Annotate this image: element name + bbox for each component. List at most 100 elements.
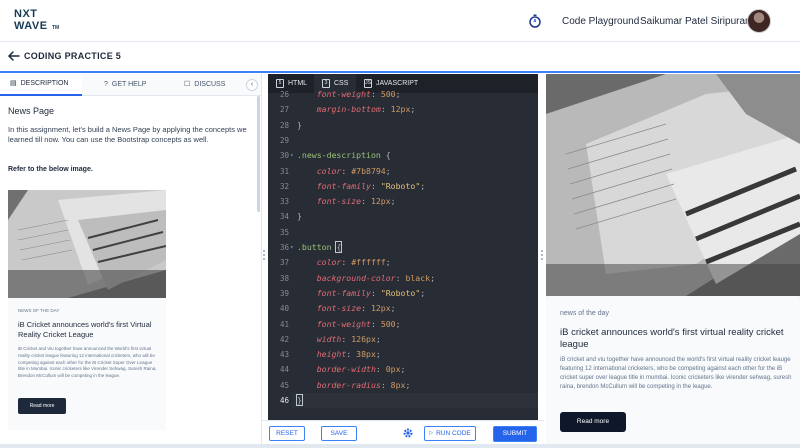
code-editor: 5 HTML 3 CSS JS JAVASCRIPT 26 font-weigh… <box>268 74 538 422</box>
code-line: 41 font-weight: 500; <box>268 317 538 332</box>
code-token: : <box>341 165 352 176</box>
user-name[interactable]: Saikumar Patel Siripuram <box>640 16 753 27</box>
code-text: } <box>297 118 302 133</box>
code-token: "Roboto" <box>380 180 421 191</box>
gear-icon[interactable] <box>402 427 414 439</box>
code-line: 30 ▾ .news-description { <box>268 148 538 163</box>
page-title: CODING PRACTICE 5 <box>24 51 122 61</box>
line-number: 31 <box>279 166 289 176</box>
code-token: color <box>316 165 342 176</box>
line-number: 37 <box>279 258 289 268</box>
code-text: } <box>297 209 302 224</box>
line-number: 28 <box>279 120 289 130</box>
reset-button[interactable]: RESET <box>269 426 305 441</box>
read-more-button[interactable]: Read more <box>560 412 626 432</box>
code-token: : <box>380 104 391 115</box>
line-number: 33 <box>279 197 289 207</box>
code-text: .button { <box>297 240 343 255</box>
submit-button[interactable]: SUBMIT <box>493 426 537 442</box>
right-splitter-handle[interactable] <box>541 248 544 268</box>
code-token: 126px <box>351 333 376 344</box>
tab-description-label: DESCRIPTION <box>20 80 69 87</box>
code-token: 12px <box>370 303 391 314</box>
code-token: 500 <box>380 318 396 329</box>
code-line: 27 margin-bottom: 12px; <box>268 102 538 117</box>
run-code-label: RUN CODE <box>436 430 471 437</box>
run-code-button[interactable]: ▷ RUN CODE <box>424 426 476 441</box>
code-token: : <box>370 89 381 99</box>
output-text: iB cricket and viu together have announc… <box>560 357 792 390</box>
output-tag: news of the day <box>560 310 610 317</box>
code-text: font-weight: 500; <box>297 317 401 332</box>
code-line: 33 font-size: 12px; <box>268 194 538 209</box>
output-headline: iB cricket announces world's first virtu… <box>560 327 784 350</box>
description-title: News Page <box>8 106 55 116</box>
code-token: : <box>341 333 352 344</box>
code-line: 36 ▾ .button { <box>268 240 538 255</box>
code-token: .button <box>297 242 332 252</box>
code-token: { <box>335 241 343 253</box>
tab-description[interactable]: ▤ DESCRIPTION <box>0 74 82 96</box>
code-token: ; <box>375 333 381 344</box>
refer-text: Refer to the below image. <box>8 166 93 173</box>
fold-arrow-icon[interactable]: ▾ <box>290 240 294 255</box>
code-text: font-family: "Roboto"; <box>297 286 425 301</box>
description-scrollbar[interactable] <box>257 96 260 212</box>
code-token: ; <box>420 180 426 191</box>
line-number: 29 <box>279 135 289 145</box>
left-splitter-handle[interactable] <box>263 248 266 268</box>
line-number: 45 <box>279 380 289 390</box>
stopwatch-icon[interactable] <box>528 14 542 28</box>
code-token: : <box>380 379 391 390</box>
code-token: ; <box>395 89 401 99</box>
code-playground-link[interactable]: Code Playground <box>562 16 639 27</box>
line-number: 30 <box>279 151 289 161</box>
line-number: 32 <box>279 181 289 191</box>
code-token: .news-description <box>297 150 381 161</box>
code-text: font-size: 12px; <box>297 301 396 316</box>
code-line: 29 <box>268 133 538 148</box>
code-token: ; <box>375 349 381 360</box>
avatar[interactable] <box>747 9 771 33</box>
code-token: ; <box>390 303 396 314</box>
chevron-left-icon: ‹ <box>250 81 254 88</box>
page-header: CODING PRACTICE 5 <box>0 43 800 71</box>
chat-icon: ☐ <box>184 81 191 88</box>
code-text: color: #7b8794; <box>297 164 391 179</box>
code-token: { <box>380 150 391 161</box>
collapse-panel-button[interactable]: ‹ <box>246 79 258 91</box>
code-token: ; <box>390 196 396 207</box>
line-number: 26 <box>279 90 289 99</box>
code-token: ; <box>385 165 391 176</box>
code-token: 38px <box>356 349 376 360</box>
code-token: : <box>370 180 381 191</box>
code-line: 35 <box>268 225 538 240</box>
tab-get-help[interactable]: ? GET HELP <box>104 74 164 96</box>
code-text: width: 126px; <box>297 332 381 347</box>
code-area[interactable]: 26 font-weight: 500; 27 margin-bottom: 12… <box>268 89 538 422</box>
save-button[interactable]: SAVE <box>321 426 357 441</box>
tab-get-help-label: GET HELP <box>111 81 147 88</box>
code-token: ; <box>410 104 416 115</box>
code-text: border-width: 0px; <box>297 362 406 377</box>
line-number: 41 <box>279 319 289 329</box>
line-number: 39 <box>279 288 289 298</box>
code-line: 28} <box>268 118 538 133</box>
code-token: font-weight <box>316 318 371 329</box>
code-token: black <box>405 272 431 283</box>
code-token: 500 <box>380 89 396 99</box>
tab-discuss[interactable]: ☐ DISCUSS <box>184 74 240 96</box>
code-token: font-family <box>316 287 371 298</box>
code-line: 40 font-size: 12px; <box>268 301 538 316</box>
nxtwave-logo[interactable]: NXT WAVE TM <box>14 8 60 36</box>
fold-arrow-icon[interactable]: ▾ <box>290 148 294 163</box>
code-line: 34} <box>268 209 538 224</box>
code-token: } <box>297 211 302 222</box>
newspaper-image <box>8 190 166 298</box>
arrow-left-icon[interactable] <box>7 49 21 63</box>
